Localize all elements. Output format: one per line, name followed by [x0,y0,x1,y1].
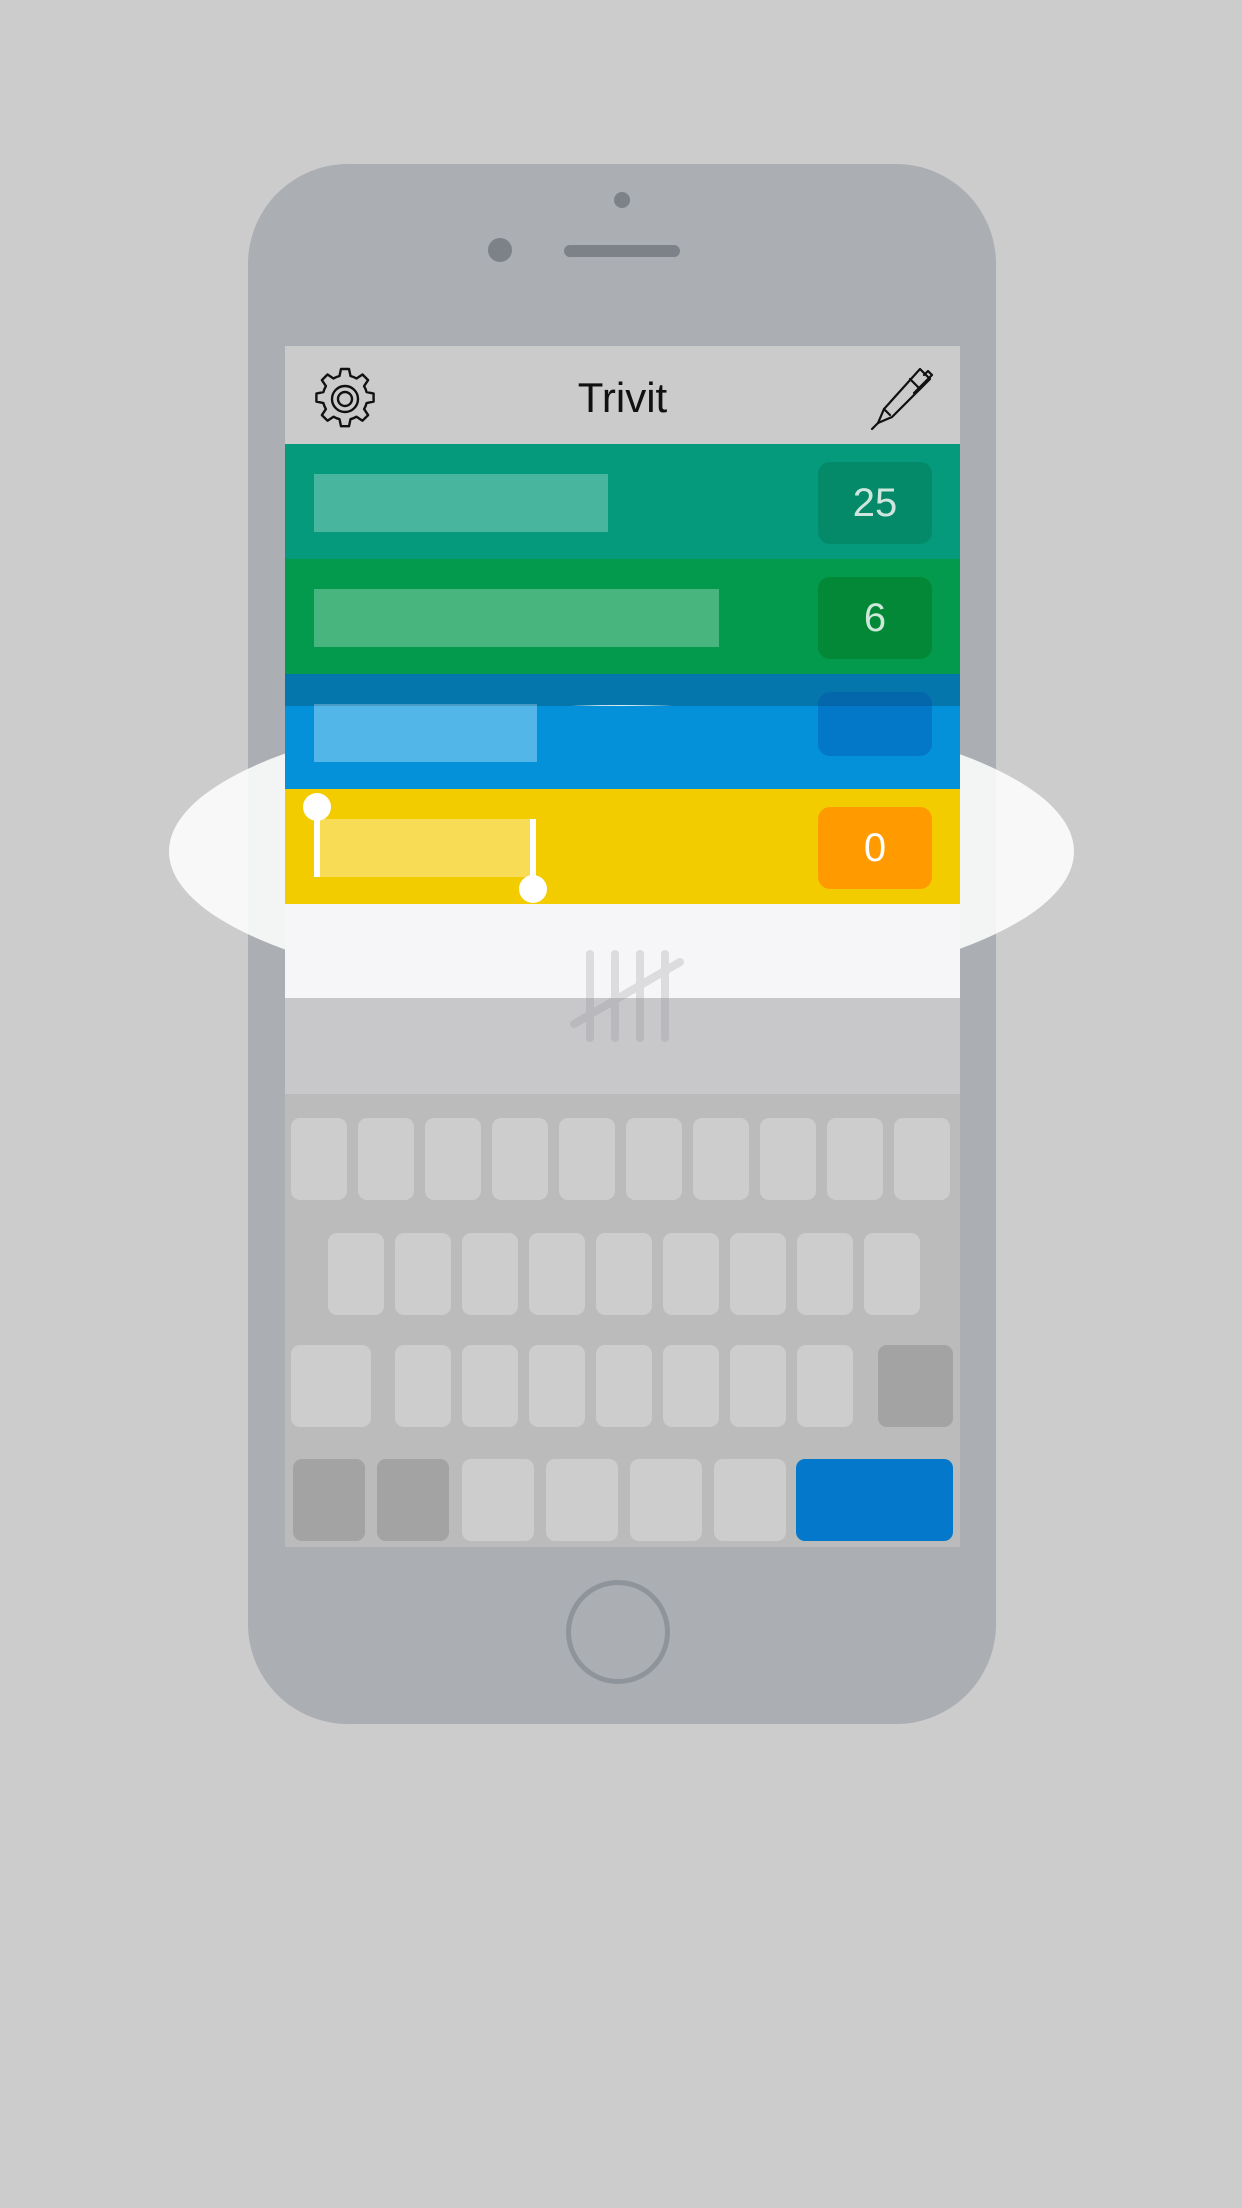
shift-key[interactable] [291,1345,371,1427]
keyboard-key[interactable] [529,1345,585,1427]
keyboard-key[interactable] [546,1459,618,1541]
keyboard-key[interactable] [630,1459,702,1541]
keyboard-key[interactable] [730,1233,786,1315]
keyboard-key[interactable] [797,1233,853,1315]
keyboard-key[interactable] [328,1233,384,1315]
counter-title-bar [314,474,608,532]
globe-key[interactable] [377,1459,449,1541]
keyboard-key[interactable] [596,1233,652,1315]
keyboard-key[interactable] [827,1118,883,1200]
empty-area [285,904,960,1094]
count-badge[interactable]: 0 [818,807,932,889]
keyboard-key[interactable] [462,1233,518,1315]
keyboard-key[interactable] [797,1345,853,1427]
app-title: Trivit [577,374,668,421]
app-screen: Trivit 25 6 13 0 [285,346,960,1547]
keyboard-key[interactable] [462,1345,518,1427]
counter-title-field[interactable] [314,819,533,877]
counter-title-bar [314,704,537,762]
keyboard-key[interactable] [559,1118,615,1200]
keyboard-key[interactable] [395,1233,451,1315]
counter-row[interactable]: 13 [285,674,960,789]
keyboard-key[interactable] [626,1118,682,1200]
keyboard-key[interactable] [714,1459,786,1541]
backspace-key[interactable] [878,1345,953,1427]
keyboard-key[interactable] [395,1345,451,1427]
pen-icon [870,367,934,431]
counter-row[interactable]: 6 [285,559,960,674]
return-key[interactable] [796,1459,953,1541]
counter-row[interactable]: 0 [285,789,960,904]
counter-title-bar [314,589,719,647]
keyboard-key[interactable] [663,1345,719,1427]
keyboard-key[interactable] [760,1118,816,1200]
edit-button[interactable] [866,365,934,433]
count-badge[interactable]: 6 [818,577,932,659]
keyboard-key[interactable] [693,1118,749,1200]
keyboard-key[interactable] [492,1118,548,1200]
proximity-sensor [614,192,630,208]
keyboard-key[interactable] [291,1118,347,1200]
earpiece-speaker [564,245,680,257]
keyboard-key[interactable] [358,1118,414,1200]
keyboard [285,1094,960,1547]
count-badge[interactable]: 25 [818,462,932,544]
keyboard-key[interactable] [529,1233,585,1315]
navigation-bar: Trivit [285,346,960,444]
keyboard-key[interactable] [894,1118,950,1200]
numbers-key[interactable] [293,1459,365,1541]
keyboard-key[interactable] [425,1118,481,1200]
keyboard-key[interactable] [864,1233,920,1315]
count-badge[interactable]: 13 [818,692,932,774]
keyboard-key[interactable] [462,1459,534,1541]
keyboard-key[interactable] [596,1345,652,1427]
keyboard-key[interactable] [663,1233,719,1315]
home-button[interactable] [566,1580,670,1684]
keyboard-key[interactable] [730,1345,786,1427]
front-camera [488,238,512,262]
tally-marks-icon [570,950,684,1042]
counter-row[interactable]: 25 [285,444,960,559]
